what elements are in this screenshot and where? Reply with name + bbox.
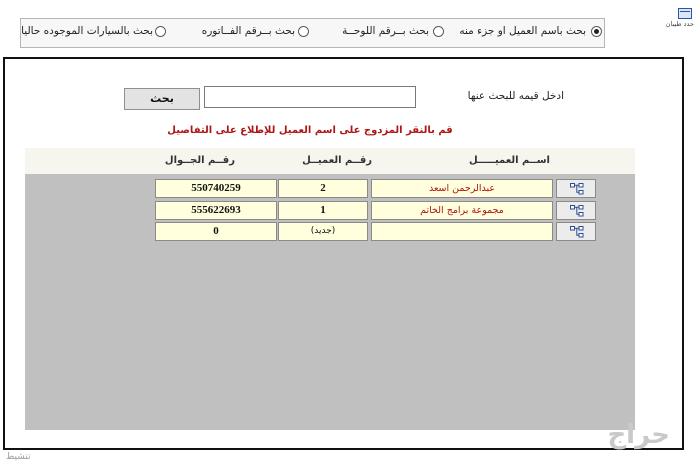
radio-icon[interactable] bbox=[433, 26, 444, 37]
radio-label: بحث باسم العميل او جزء منه bbox=[459, 25, 586, 37]
header-mobile: رقــم الجــوال bbox=[164, 155, 235, 166]
radio-label: بحث بــرقم اللوحــة bbox=[342, 25, 429, 37]
radio-search-current-cars[interactable]: بحث بالسيارات الموجوده حاليا bbox=[21, 25, 167, 41]
tree-icon bbox=[570, 205, 584, 217]
radio-icon[interactable] bbox=[298, 26, 309, 37]
search-button[interactable]: بحث bbox=[124, 88, 200, 110]
cell-mobile[interactable]: 0 bbox=[155, 222, 277, 241]
cell-customer-number[interactable]: (جديد) bbox=[278, 222, 368, 241]
corner-label: حدد طيبان bbox=[665, 20, 694, 28]
header-customer-number: رقــم العميــل bbox=[302, 155, 372, 166]
search-input[interactable] bbox=[204, 86, 416, 108]
row-details-button[interactable] bbox=[556, 201, 596, 220]
radio-selected-icon[interactable] bbox=[591, 26, 602, 37]
search-mode-group: بحث باسم العميل او جزء منه بحث بــرقم ال… bbox=[20, 18, 605, 48]
cell-mobile[interactable]: 555622693 bbox=[155, 201, 277, 220]
radio-label: بحث بالسيارات الموجوده حاليا bbox=[21, 25, 153, 37]
cell-customer-name[interactable]: مجموعة برامج الخاتم bbox=[371, 201, 553, 220]
radio-label: بحث بــرقم الفــاتوره bbox=[201, 25, 295, 37]
results-grid: 550740259 2 عبدالرحمن اسعد 555622693 1 م… bbox=[25, 174, 635, 430]
search-label: ادخل قيمه للبحث عنها bbox=[467, 90, 564, 102]
watermark: حراج bbox=[607, 420, 670, 450]
radio-search-by-invoice[interactable]: بحث بــرقم الفــاتوره bbox=[151, 25, 309, 41]
cell-customer-number[interactable]: 1 bbox=[278, 201, 368, 220]
cell-mobile[interactable]: 550740259 bbox=[155, 179, 277, 198]
tree-icon bbox=[570, 226, 584, 238]
cell-customer-name[interactable]: عبدالرحمن اسعد bbox=[371, 179, 553, 198]
bottom-status-text: تنشيط bbox=[6, 452, 31, 462]
cell-customer-number[interactable]: 2 bbox=[278, 179, 368, 198]
window-icon bbox=[678, 8, 692, 19]
table-header: اســم العميـــــل رقــم العميــل رقــم ا… bbox=[25, 148, 635, 174]
instruction-text: قم بالنقر المزدوج على اسم العميل للإطلاع… bbox=[167, 125, 453, 136]
row-details-button[interactable] bbox=[556, 179, 596, 198]
cell-customer-name[interactable] bbox=[371, 222, 553, 241]
radio-icon[interactable] bbox=[155, 26, 166, 37]
header-customer-name: اســم العميـــــل bbox=[468, 155, 550, 166]
tree-icon bbox=[570, 183, 584, 195]
row-details-button[interactable] bbox=[556, 222, 596, 241]
